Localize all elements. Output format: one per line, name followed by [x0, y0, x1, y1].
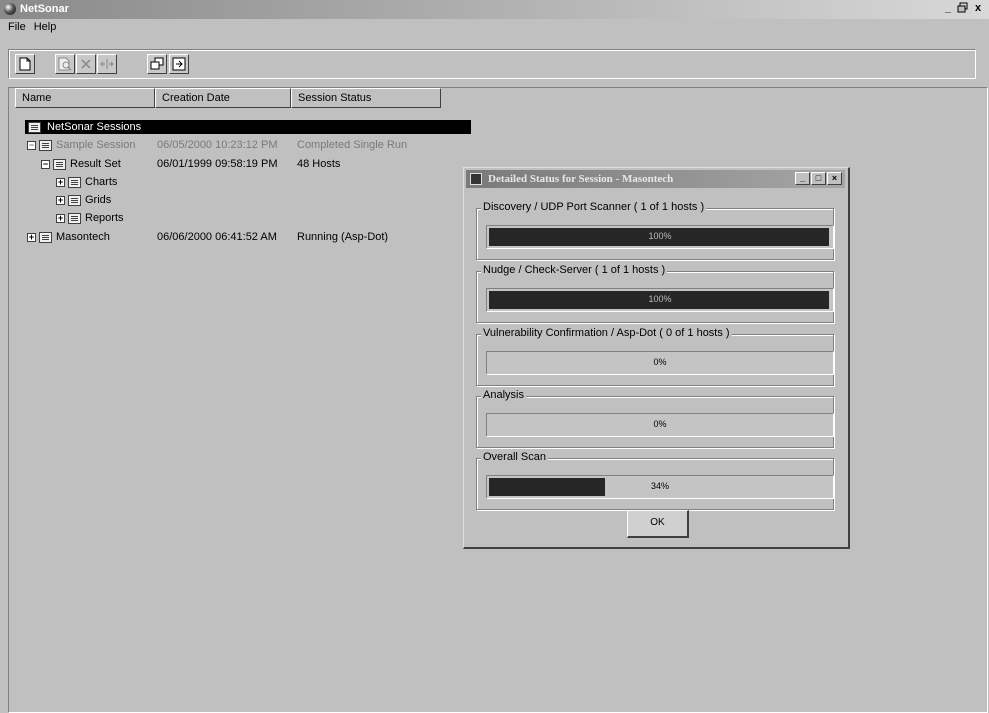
split-icon	[100, 59, 114, 69]
import-button[interactable]	[147, 54, 167, 74]
ok-button[interactable]: OK	[627, 510, 689, 538]
toolbar	[8, 49, 976, 79]
dialog-window-controls: _ □ ×	[795, 172, 842, 185]
progress-bar-analysis: 0%	[486, 413, 834, 437]
tree-item-label: Masontech	[56, 231, 110, 243]
group-label: Vulnerability Confirmation / Asp-Dot ( 0…	[481, 327, 732, 339]
netsonar-app-icon	[4, 3, 16, 15]
dialog-icon	[470, 173, 482, 185]
progress-text: 100%	[648, 231, 672, 241]
progress-bar-vulnerability: 0%	[486, 351, 834, 375]
collapse-icon[interactable]: −	[27, 141, 36, 150]
progress-text: 100%	[648, 294, 672, 304]
tree-item-label: Reports	[85, 212, 124, 224]
tree-item-charts[interactable]: + Charts	[56, 175, 176, 190]
progress-bar-discovery: 100%	[486, 225, 834, 249]
tree-root-label: NetSonar Sessions	[47, 121, 142, 133]
creation-date: 06/01/1999 09:58:19 PM	[157, 158, 278, 170]
status-group-nudge: Nudge / Check-Server ( 1 of 1 hosts ) 10…	[476, 264, 834, 323]
tree-item-reports[interactable]: + Reports	[56, 211, 176, 226]
close-button[interactable]: x	[971, 2, 985, 16]
tree-item-label: Result Set	[70, 158, 121, 170]
tree-root-netsonar-sessions[interactable]: NetSonar Sessions	[25, 120, 471, 134]
group-label: Nudge / Check-Server ( 1 of 1 hosts )	[481, 264, 668, 276]
dialog-title: Detailed Status for Session - Masontech	[488, 173, 674, 185]
progress-bar-overall-scan: 34%	[486, 475, 834, 499]
new-document-icon	[19, 57, 31, 71]
window-title: NetSonar	[20, 3, 69, 15]
dialog-title-bar[interactable]: Detailed Status for Session - Masontech …	[466, 170, 845, 188]
result-set-icon	[53, 159, 66, 170]
session-status: Completed Single Run	[297, 139, 408, 151]
session-status: Running (Asp-Dot)	[297, 231, 389, 243]
status-group-discovery: Discovery / UDP Port Scanner ( 1 of 1 ho…	[476, 201, 834, 260]
tree-item-grids[interactable]: + Grids	[56, 193, 176, 208]
status-group-overall-scan: Overall Scan 34%	[476, 451, 834, 510]
menu-bar: File Help	[0, 21, 56, 37]
dialog-close-button[interactable]: ×	[827, 172, 842, 185]
detailed-status-dialog: Detailed Status for Session - Masontech …	[463, 167, 850, 549]
folder-icon	[28, 122, 41, 133]
expand-icon[interactable]: +	[56, 178, 65, 187]
status-group-vulnerability: Vulnerability Confirmation / Asp-Dot ( 0…	[476, 327, 834, 386]
title-bar[interactable]: NetSonar _ x	[0, 0, 989, 19]
status-group-analysis: Analysis 0%	[476, 389, 834, 448]
tree-item-label: Charts	[85, 176, 118, 188]
grids-icon	[68, 195, 81, 206]
reports-icon	[68, 213, 81, 224]
expand-icon[interactable]: +	[56, 196, 65, 205]
creation-date: 06/06/2000 06:41:52 AM	[157, 231, 277, 243]
column-header-name[interactable]: Name	[15, 88, 155, 108]
delete-button[interactable]	[76, 54, 96, 74]
expand-icon[interactable]: +	[56, 214, 65, 223]
progress-text: 0%	[653, 419, 667, 429]
tree-item-result-set[interactable]: − Result Set 06/01/1999 09:58:19 PM 48 H…	[41, 157, 461, 172]
creation-date: 06/05/2000 10:23:12 PM	[157, 139, 278, 151]
tree-item-label: Grids	[85, 194, 112, 206]
export-button[interactable]	[169, 54, 189, 74]
column-header-creation-date[interactable]: Creation Date	[155, 88, 291, 108]
delete-x-icon	[81, 59, 91, 69]
progress-text: 0%	[653, 357, 667, 367]
session-status: 48 Hosts	[297, 158, 341, 170]
expand-icon[interactable]: +	[27, 233, 36, 242]
group-label: Analysis	[481, 389, 526, 401]
properties-button[interactable]	[97, 54, 117, 74]
progress-text: 34%	[650, 481, 669, 491]
dialog-minimize-button[interactable]: _	[795, 172, 810, 185]
window-controls: _ x	[941, 2, 985, 16]
charts-icon	[68, 177, 81, 188]
tree-item-label: Sample Session	[56, 139, 136, 151]
group-label: Discovery / UDP Port Scanner ( 1 of 1 ho…	[481, 201, 707, 213]
window-export-icon	[172, 57, 186, 71]
progress-bar-nudge: 100%	[486, 288, 834, 312]
menu-file[interactable]: File	[8, 21, 26, 37]
magnifier-document-icon	[58, 57, 72, 71]
collapse-icon[interactable]: −	[41, 160, 50, 169]
menu-help[interactable]: Help	[34, 21, 57, 37]
open-session-button[interactable]	[55, 54, 75, 74]
group-label: Overall Scan	[481, 451, 548, 463]
window-copy-icon	[150, 57, 164, 70]
tree-item-sample-session[interactable]: − Sample Session 06/05/2000 10:23:12 PM …	[27, 138, 467, 153]
session-icon	[39, 232, 52, 243]
new-session-button[interactable]	[15, 54, 35, 74]
restore-icon	[957, 2, 968, 13]
tree-item-masontech[interactable]: + Masontech 06/06/2000 06:41:52 AM Runni…	[27, 230, 467, 245]
dialog-maximize-button[interactable]: □	[811, 172, 826, 185]
session-icon	[39, 140, 52, 151]
minimize-button[interactable]: _	[941, 2, 955, 16]
column-header-session-status[interactable]: Session Status	[291, 88, 441, 108]
restore-button[interactable]	[956, 2, 970, 16]
